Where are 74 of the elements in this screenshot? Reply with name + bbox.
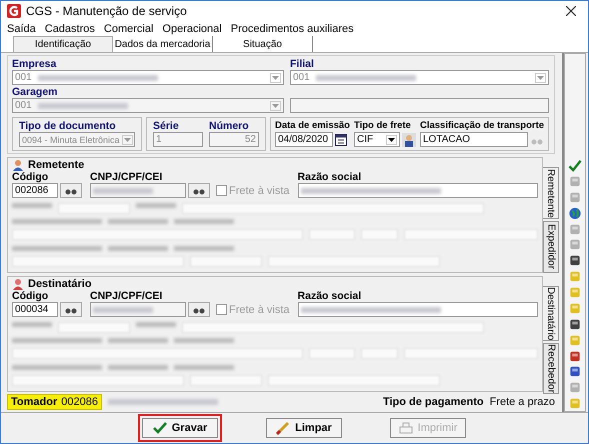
checkbox-label: Frete à vista <box>229 184 290 196</box>
input-field[interactable] <box>90 183 186 198</box>
checkbox-label: Frete à vista <box>229 304 290 316</box>
calendar-icon[interactable] <box>335 134 347 146</box>
check-icon <box>152 422 167 434</box>
group-title: Destinatário <box>28 278 92 290</box>
field-label: CNPJ/CPF/CEI <box>90 290 164 302</box>
field-label: Série <box>153 120 180 132</box>
blurred-field <box>174 246 234 251</box>
window-title: CGS - Manutenção de serviço <box>26 4 187 18</box>
field-label: CNPJ/CPF/CEI <box>90 171 164 183</box>
save-button[interactable]: Gravar <box>142 418 218 438</box>
check-icon[interactable] <box>567 158 583 173</box>
input-field[interactable] <box>298 183 538 198</box>
field-label: Classificação de transporte <box>420 120 544 132</box>
blurred-field <box>174 364 234 370</box>
search-button[interactable] <box>188 183 210 198</box>
menu-item[interactable]: Operacional <box>162 22 222 34</box>
input-field[interactable]: 000034 <box>12 302 58 317</box>
dropdown-field[interactable]: CIF <box>354 132 400 147</box>
blurred-field <box>108 364 168 370</box>
dropdown-field[interactable]: 001 <box>12 70 284 85</box>
side-tab[interactable]: Expedidor <box>543 221 559 273</box>
field-label: Código <box>12 290 50 302</box>
side-tab[interactable]: Destinatário <box>543 286 559 342</box>
field-label: Razão social <box>298 171 362 183</box>
payer-badge: Tomador 002086 <box>7 394 102 410</box>
blurred-field <box>136 202 176 208</box>
logo-icon <box>7 4 21 18</box>
clear-button[interactable]: Limpar <box>266 418 342 438</box>
date-field[interactable]: 04/08/2020 <box>275 132 333 147</box>
blurred-field <box>108 219 168 224</box>
pencil-icon <box>276 421 290 435</box>
input-field[interactable] <box>298 302 538 317</box>
checkbox[interactable] <box>216 304 227 315</box>
field-label: Garagem <box>12 86 59 98</box>
input-field[interactable]: LOTACAO <box>420 132 528 147</box>
field-label: Razão social <box>298 290 362 302</box>
checkbox[interactable] <box>216 185 227 196</box>
field-label: Tipo de documento <box>19 120 117 132</box>
input-field[interactable] <box>90 302 186 317</box>
search-button[interactable] <box>60 183 82 198</box>
side-tab[interactable]: Recebedor <box>543 343 559 394</box>
payment-label: Tipo de pagamento <box>382 396 484 408</box>
field-label: Código <box>12 171 50 183</box>
blurred-field <box>12 322 52 327</box>
blurred-field <box>136 322 176 327</box>
side-tab[interactable]: Remetente <box>543 167 559 219</box>
field-label: Empresa <box>12 58 58 70</box>
blurred-field <box>108 246 168 251</box>
dropdown-field[interactable]: 001 <box>290 70 549 85</box>
globe-icon[interactable] <box>567 206 583 220</box>
search-button[interactable] <box>188 302 210 317</box>
field-label: Data de emissão <box>275 120 350 132</box>
blurred-field <box>12 202 52 208</box>
tab[interactable]: Identificação <box>13 36 113 52</box>
tab[interactable]: Dados da mercadoria <box>113 36 213 52</box>
close-icon[interactable] <box>566 6 576 16</box>
group-title: Remetente <box>28 158 84 170</box>
input-field[interactable]: 002086 <box>12 183 58 198</box>
blurred-field <box>174 338 234 344</box>
field-label: Filial <box>290 58 315 70</box>
field-label: Número <box>209 120 250 132</box>
menu-item[interactable]: Saída <box>7 22 36 34</box>
payment-value: Frete a prazo <box>490 396 555 408</box>
menu-item[interactable]: Cadastros <box>44 22 95 34</box>
search-button[interactable] <box>60 302 82 317</box>
menu-item[interactable]: Procedimentos auxiliares <box>230 22 354 34</box>
blurred-field <box>108 338 168 344</box>
dropdown-arrow-icon[interactable] <box>386 134 397 144</box>
menu-item[interactable]: Comercial <box>104 22 154 34</box>
printer-icon <box>398 421 413 435</box>
field-label: Tipo de frete <box>354 120 412 132</box>
blurred-field <box>174 219 234 224</box>
